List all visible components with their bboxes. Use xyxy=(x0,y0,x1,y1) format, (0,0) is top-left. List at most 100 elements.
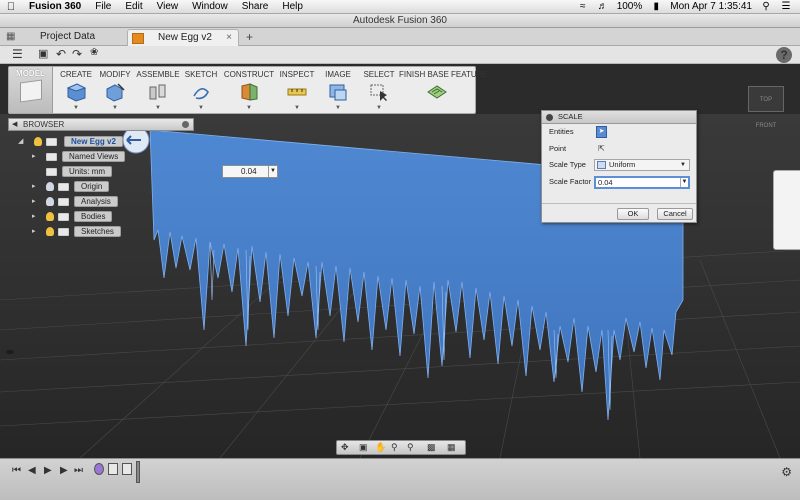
menu-share[interactable]: Share xyxy=(235,1,276,12)
chevron-down-icon[interactable]: ▼ xyxy=(335,105,341,111)
ribbon-finish-base-feature[interactable]: FINISH BASE FEATURE xyxy=(399,67,488,113)
menu-file[interactable]: File xyxy=(88,1,118,12)
mac-menu-bar:  Fusion 360 File Edit View Window Share… xyxy=(0,0,800,14)
workspace-switcher[interactable]: MODEL xyxy=(9,67,53,113)
scale-dialog-header[interactable]: SCALE xyxy=(542,111,696,124)
volume-icon[interactable]: ♬ xyxy=(597,1,609,12)
pan-hand-icon[interactable]: ✋ xyxy=(375,442,386,453)
tree-item-sketches[interactable]: ▸ Sketches xyxy=(32,226,202,237)
app-menu[interactable]: Fusion 360 xyxy=(22,1,88,12)
chevron-down-icon[interactable]: ▼ xyxy=(294,105,300,111)
tree-item-analysis[interactable]: ▸ Analysis xyxy=(32,196,202,207)
timeline-marker[interactable] xyxy=(136,461,140,483)
collapse-arrow-icon[interactable]: ◀ xyxy=(12,119,17,130)
tree-root[interactable]: ◢ New Egg v2 xyxy=(18,136,198,147)
battery-percent[interactable]: 100% xyxy=(617,1,643,12)
menu-view[interactable]: View xyxy=(150,1,186,12)
entities-select-button[interactable]: ➤ xyxy=(596,126,607,138)
undo-icon[interactable]: ↶ xyxy=(56,47,66,61)
step-back-icon[interactable]: ◀ xyxy=(28,465,36,476)
clock[interactable]: Mon Apr 7 1:35:41 xyxy=(670,1,752,12)
expand-triangle-icon[interactable]: ▸ xyxy=(32,196,36,207)
partial-side-window[interactable] xyxy=(773,170,800,250)
redo-icon[interactable]: ↷ xyxy=(72,47,82,61)
timeline-feature-scale[interactable] xyxy=(122,463,132,475)
window-title: Autodesk Fusion 360 xyxy=(353,15,447,26)
apple-icon[interactable]:  xyxy=(0,1,22,13)
chevron-down-icon[interactable]: ▼ xyxy=(246,105,252,111)
step-forward-icon[interactable]: ▶ xyxy=(60,465,68,476)
ribbon-select[interactable]: SELECT ▼ xyxy=(359,67,399,113)
tree-item-units[interactable]: Units: mm xyxy=(32,166,202,177)
visibility-bulb-icon[interactable] xyxy=(46,182,54,191)
chevron-down-icon[interactable]: ▼ xyxy=(680,178,688,187)
grid-icon[interactable]: ▦ xyxy=(6,31,15,42)
chevron-down-icon[interactable]: ▼ xyxy=(376,105,382,111)
ribbon-image[interactable]: IMAGE ▼ xyxy=(317,67,359,113)
view-cube[interactable]: TOP FRONT xyxy=(748,86,784,129)
grid-settings-icon[interactable]: ▦ xyxy=(447,442,456,453)
expand-triangle-icon[interactable]: ▸ xyxy=(32,181,36,192)
expand-triangle-icon[interactable]: ▸ xyxy=(32,151,36,162)
ribbon-sketch[interactable]: SKETCH ▼ xyxy=(181,67,221,113)
chevron-down-icon[interactable]: ▼ xyxy=(198,105,204,111)
chevron-down-icon[interactable]: ▼ xyxy=(73,105,79,111)
notification-icon[interactable]: ☰ xyxy=(780,1,792,12)
expand-triangle-icon[interactable]: ◢ xyxy=(18,136,23,147)
gear-icon[interactable]: ⚙ xyxy=(781,465,792,479)
chevron-down-icon[interactable]: ▼ xyxy=(268,166,277,177)
ribbon-modify[interactable]: MODIFY ▼ xyxy=(95,67,135,113)
collapse-icon[interactable] xyxy=(546,114,553,121)
ribbon-construct[interactable]: CONSTRUCT ▼ xyxy=(221,67,277,113)
orbit-icon[interactable]: ✥ xyxy=(341,442,349,453)
go-to-end-icon[interactable]: ⏭ xyxy=(74,465,83,476)
save-icon[interactable]: ▣ xyxy=(38,47,48,60)
look-at-icon[interactable]: ▣ xyxy=(359,442,368,453)
spotlight-icon[interactable]: ⚲ xyxy=(760,1,772,12)
visibility-bulb-icon[interactable] xyxy=(46,227,54,236)
pin-icon[interactable] xyxy=(182,121,189,128)
tab-new-egg[interactable]: New Egg v2 × xyxy=(127,29,239,46)
display-settings-icon[interactable]: ▩ xyxy=(427,442,436,453)
expand-triangle-icon[interactable]: ▸ xyxy=(32,226,36,237)
tree-item-named-views[interactable]: ▸ Named Views xyxy=(32,151,202,162)
cancel-button[interactable]: Cancel xyxy=(657,208,693,220)
scale-value-input[interactable]: 0.04 ▼ xyxy=(222,165,278,178)
scale-type-dropdown[interactable]: Uniform ▼ xyxy=(594,159,690,171)
new-tab-icon[interactable]: + xyxy=(246,28,253,46)
visibility-bulb-icon[interactable] xyxy=(46,212,54,221)
share-icon[interactable]: ❀ xyxy=(90,47,98,58)
tab-project-data[interactable]: Project Data xyxy=(22,28,122,46)
go-to-start-icon[interactable]: ⏮ xyxy=(12,465,21,476)
timeline-feature-body[interactable] xyxy=(108,463,118,475)
battery-icon[interactable]: ▮ xyxy=(650,1,662,12)
window-title-bar: Autodesk Fusion 360 xyxy=(0,14,800,28)
ribbon-assemble[interactable]: ASSEMBLE ▼ xyxy=(135,67,181,113)
zoom-icon[interactable]: ⚲ xyxy=(391,442,398,453)
menu-window[interactable]: Window xyxy=(185,1,235,12)
ribbon-create[interactable]: CREATE ▼ xyxy=(57,67,95,113)
chevron-down-icon[interactable]: ▼ xyxy=(112,105,118,111)
menu-edit[interactable]: Edit xyxy=(118,1,149,12)
ok-button[interactable]: OK xyxy=(617,208,649,220)
visibility-bulb-icon[interactable] xyxy=(34,137,42,146)
chevron-down-icon[interactable]: ▼ xyxy=(155,105,161,111)
chevron-down-icon[interactable]: ▼ xyxy=(680,160,686,170)
ribbon-modify-label: MODIFY xyxy=(99,70,131,79)
tree-item-origin[interactable]: ▸ Origin xyxy=(32,181,202,192)
wifi-icon[interactable]: ≈ xyxy=(577,1,589,12)
help-icon[interactable]: ? xyxy=(776,47,792,63)
tree-item-bodies[interactable]: ▸ Bodies xyxy=(32,211,202,222)
close-tab-icon[interactable]: × xyxy=(226,30,232,46)
zoom-window-icon[interactable]: ⚲ xyxy=(407,442,414,453)
menu-help[interactable]: Help xyxy=(275,1,310,12)
scale-factor-input[interactable]: 0.04 ▼ xyxy=(594,176,690,189)
play-icon[interactable]: ▶ xyxy=(44,465,52,476)
ribbon-inspect[interactable]: INSPECT ▼ xyxy=(277,67,317,113)
point-select-cursor-icon[interactable]: ⇱ xyxy=(596,143,607,155)
visibility-bulb-icon[interactable] xyxy=(46,197,54,206)
browser-header[interactable]: ◀ BROWSER xyxy=(8,118,194,131)
menu-icon[interactable]: ☰ xyxy=(12,47,23,61)
timeline-feature-form[interactable] xyxy=(94,463,104,475)
expand-triangle-icon[interactable]: ▸ xyxy=(32,211,36,222)
